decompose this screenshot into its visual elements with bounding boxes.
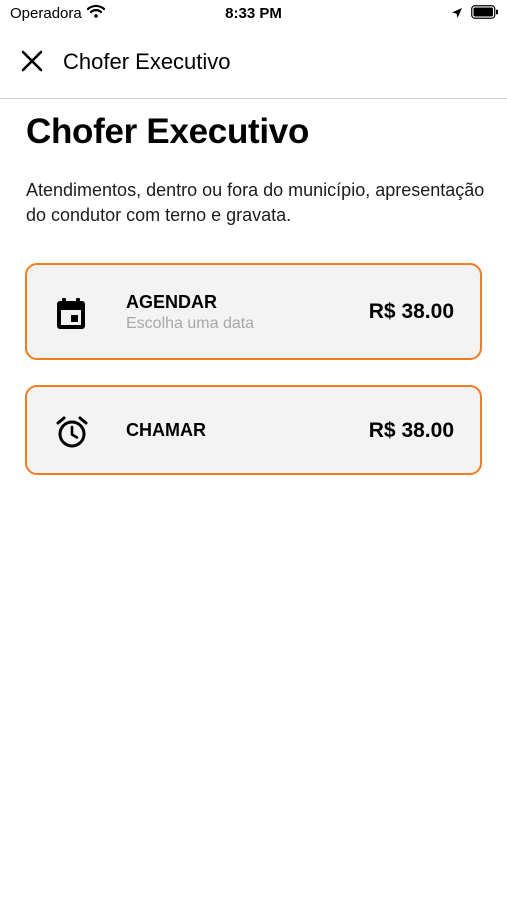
call-now-price: R$ 38.00	[368, 419, 454, 442]
battery-icon	[471, 5, 499, 24]
call-now-label: CHAMAR	[126, 420, 206, 440]
status-time: 8:33 PM	[225, 5, 282, 22]
schedule-price: R$ 38.00	[368, 300, 454, 323]
nav-title: Chofer Executivo	[63, 49, 231, 74]
location-icon	[451, 6, 463, 24]
navigation-bar: Chofer Executivo	[0, 28, 507, 99]
page-title: Chofer Executivo	[26, 112, 310, 151]
close-button[interactable]	[14, 45, 50, 81]
status-bar: Operadora 8:33 PM	[0, 0, 507, 28]
schedule-option-card[interactable]: AGENDAR Escolha uma data R$ 38.00	[25, 263, 482, 360]
service-description: Atendimentos, dentro ou fora do municípi…	[26, 180, 485, 225]
calendar-icon	[55, 297, 87, 336]
call-now-option-card[interactable]: CHAMAR R$ 38.00	[25, 385, 482, 475]
schedule-label: AGENDAR	[126, 292, 218, 312]
close-icon	[21, 50, 43, 77]
alarm-clock-icon	[55, 415, 89, 454]
schedule-sublabel: Escolha uma data	[126, 315, 255, 332]
